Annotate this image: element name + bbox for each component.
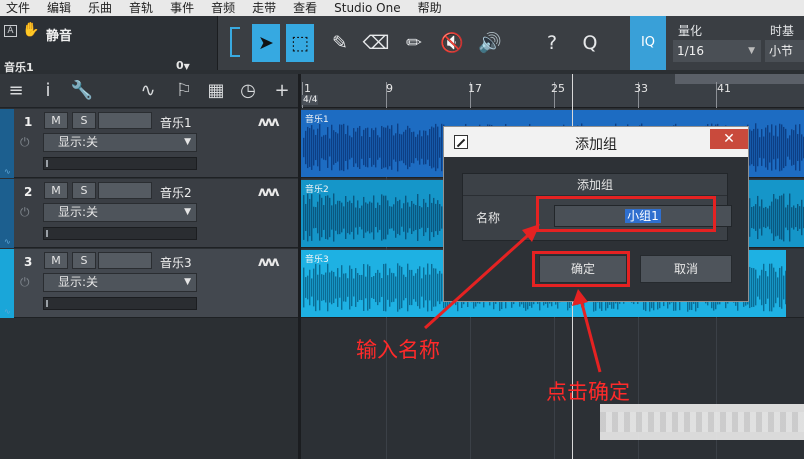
annotation-enter-name: 输入名称: [356, 338, 440, 362]
arrow-head: [572, 289, 588, 306]
watermark-blur: [600, 404, 804, 440]
arrow-line: [423, 226, 538, 330]
studio-one-window: 文件 编辑 乐曲 音轨 事件 音频 走带 查看 Studio One 帮助 A …: [0, 0, 804, 459]
annotation-click-ok: 点击确定: [546, 380, 630, 404]
arrow-line: [578, 295, 602, 373]
annotation-arrows: [423, 224, 602, 373]
